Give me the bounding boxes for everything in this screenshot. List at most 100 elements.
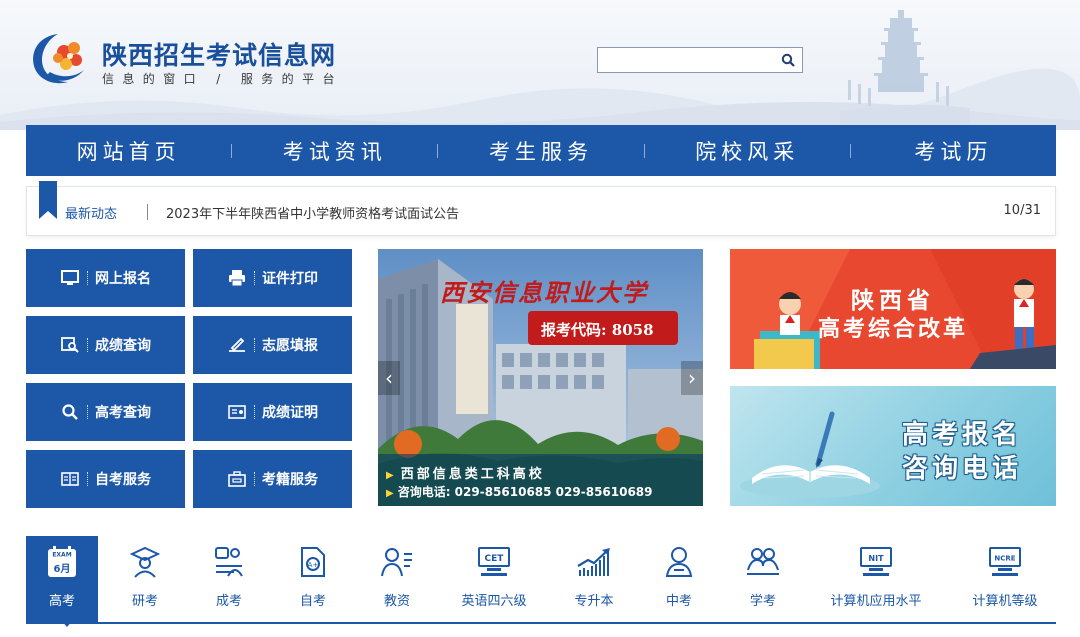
carousel-next-button[interactable]: ›: [681, 361, 703, 395]
service-label: 志愿填报: [262, 338, 318, 354]
service-student-record-button[interactable]: 考籍服务: [193, 450, 352, 508]
nit-badge-text: NIT: [868, 554, 884, 563]
carousel-line1-text: 西部信息类工科高校: [400, 467, 545, 482]
service-score-query-button[interactable]: 成绩查询: [26, 316, 185, 374]
tab-postgraduate[interactable]: 研考: [106, 536, 184, 622]
nav-item-candidate-service[interactable]: 考生服务: [438, 136, 643, 166]
main-nav: 网站首页 考试资讯 考生服务 院校风采 考试历: [26, 125, 1056, 176]
form-fill-icon: [227, 335, 247, 355]
chevron-left-icon: ‹: [385, 366, 393, 390]
nav-item-exam-calendar[interactable]: 考试历: [851, 136, 1056, 166]
service-online-registration-button[interactable]: 网上报名: [26, 249, 185, 307]
service-label: 高考查询: [95, 405, 151, 421]
news-label: 最新动态: [65, 207, 118, 222]
tab-cet[interactable]: CET 英语四六级: [446, 536, 542, 622]
service-label: 证件打印: [262, 271, 318, 287]
search-button[interactable]: [774, 48, 802, 72]
teacher-icon: [379, 544, 415, 580]
exam-category-tabs: EXAM 6月 高考 研考 成考 A+ 自考 教资 CET 英语四六级 专升本 …: [26, 536, 1056, 624]
gaokao-reform-banner[interactable]: 陕西省 高考综合改革: [730, 249, 1056, 369]
exam-icon-month-text: 6月: [54, 563, 71, 575]
certificate-icon: [227, 402, 247, 422]
carousel-line2-text: 咨询电话: 029-85610685 029-85610689: [397, 485, 653, 499]
service-print-id-button[interactable]: 证件打印: [193, 249, 352, 307]
carousel-prev-button[interactable]: ‹: [378, 361, 400, 395]
tab-academic-test[interactable]: 学考: [724, 536, 802, 622]
service-score-certificate-button[interactable]: 成绩证明: [193, 383, 352, 441]
nav-item-colleges[interactable]: 院校风采: [645, 136, 850, 166]
tab-label: 计算机应用水平: [830, 594, 922, 609]
tab-gaokao[interactable]: EXAM 6月 高考: [26, 536, 98, 622]
exam-icon-top-text: EXAM: [52, 552, 71, 559]
service-label: 考籍服务: [262, 472, 318, 488]
nav-item-home[interactable]: 网站首页: [26, 136, 231, 166]
latest-news-bar: 最新动态 2023年下半年陕西省中小学教师资格考试面试公告 10/31: [26, 181, 1056, 236]
graduate-icon: [127, 544, 163, 580]
tab-label: 计算机等级: [972, 594, 1038, 609]
news-divider: [147, 204, 148, 220]
tab-self-study-exam[interactable]: A+ 自考: [274, 536, 352, 622]
students-icon: [745, 544, 781, 580]
service-label: 网上报名: [95, 271, 151, 287]
tab-adult-exam[interactable]: 成考: [190, 536, 268, 622]
tab-label: 高考: [48, 594, 75, 609]
chart-up-icon: [576, 544, 612, 580]
ncre-icon: NCRE: [987, 544, 1023, 580]
service-label: 成绩证明: [262, 405, 318, 421]
book-icon: [60, 469, 80, 489]
tab-label: 自考: [299, 594, 326, 609]
image-carousel[interactable]: 西安信息职业大学 报考代码: 8058 ▶ 西部信息类工科高校 ▶ 咨询电话: 02…: [378, 249, 703, 506]
hotline-banner-line2: 咨询电话: [901, 454, 1022, 484]
svg-text:A+: A+: [308, 561, 319, 569]
adult-exam-icon: [211, 544, 247, 580]
carousel-line2: ▶ 咨询电话: 029-85610685 029-85610689: [386, 485, 653, 499]
active-tab-indicator: [61, 620, 73, 627]
reform-banner-line1: 陕西省: [851, 288, 935, 314]
tab-upgrade-to-bachelor[interactable]: 专升本: [552, 536, 636, 622]
news-headline-link[interactable]: 2023年下半年陕西省中小学教师资格考试面试公告: [166, 203, 459, 222]
tab-label: 研考: [131, 594, 158, 609]
exam-calendar-icon: EXAM 6月: [44, 544, 80, 580]
printer-icon: [227, 268, 247, 288]
news-date: 10/31: [1003, 203, 1041, 218]
tab-label: 中考: [665, 594, 692, 609]
service-label: 自考服务: [95, 472, 151, 488]
monitor-icon: [60, 268, 80, 288]
tab-label: 教资: [383, 594, 410, 609]
site-logo-icon[interactable]: [28, 30, 92, 90]
site-title[interactable]: 陕西招生考试信息网: [102, 36, 336, 72]
hotline-banner-line1: 高考报名: [901, 420, 1022, 450]
ncre-badge-text: NCRE: [994, 555, 1015, 563]
tab-computer-rank[interactable]: NCRE 计算机等级: [962, 536, 1048, 622]
tab-label: 成考: [215, 594, 242, 609]
tab-label: 专升本: [574, 594, 614, 609]
service-gaokao-query-button[interactable]: 高考查询: [26, 383, 185, 441]
registration-hotline-banner[interactable]: 高考报名 咨询电话: [730, 386, 1056, 506]
service-application-fill-button[interactable]: 志愿填报: [193, 316, 352, 374]
student-icon: [661, 544, 697, 580]
bookmark-icon: [39, 181, 57, 219]
service-label: 成绩查询: [95, 338, 151, 354]
score-search-icon: [60, 335, 80, 355]
cet-icon: CET: [476, 544, 512, 580]
self-study-icon: A+: [295, 544, 331, 580]
reform-banner-line2: 高考综合改革: [817, 317, 968, 342]
service-self-study-button[interactable]: 自考服务: [26, 450, 185, 508]
nav-item-exam-news[interactable]: 考试资讯: [232, 136, 437, 166]
carousel-line1: ▶ 西部信息类工科高校: [386, 467, 545, 482]
search-box: [597, 47, 803, 73]
briefcase-icon: [227, 469, 247, 489]
pagoda-decoration: [840, 10, 970, 124]
search-input[interactable]: [598, 48, 774, 72]
tab-teacher-qualification[interactable]: 教资: [358, 536, 436, 622]
chevron-right-icon: ›: [688, 366, 696, 390]
nit-icon: NIT: [858, 544, 894, 580]
site-slogan: 信息的窗口 / 服务的平台: [102, 72, 343, 86]
carousel-code: 报考代码: 8058: [541, 321, 654, 339]
carousel-title: 西安信息职业大学: [440, 278, 648, 307]
search-icon: [60, 402, 80, 422]
tab-computer-application[interactable]: NIT 计算机应用水平: [824, 536, 928, 622]
tab-label: 学考: [749, 594, 776, 609]
tab-zhongkao[interactable]: 中考: [640, 536, 718, 622]
cet-badge-text: CET: [485, 554, 505, 564]
